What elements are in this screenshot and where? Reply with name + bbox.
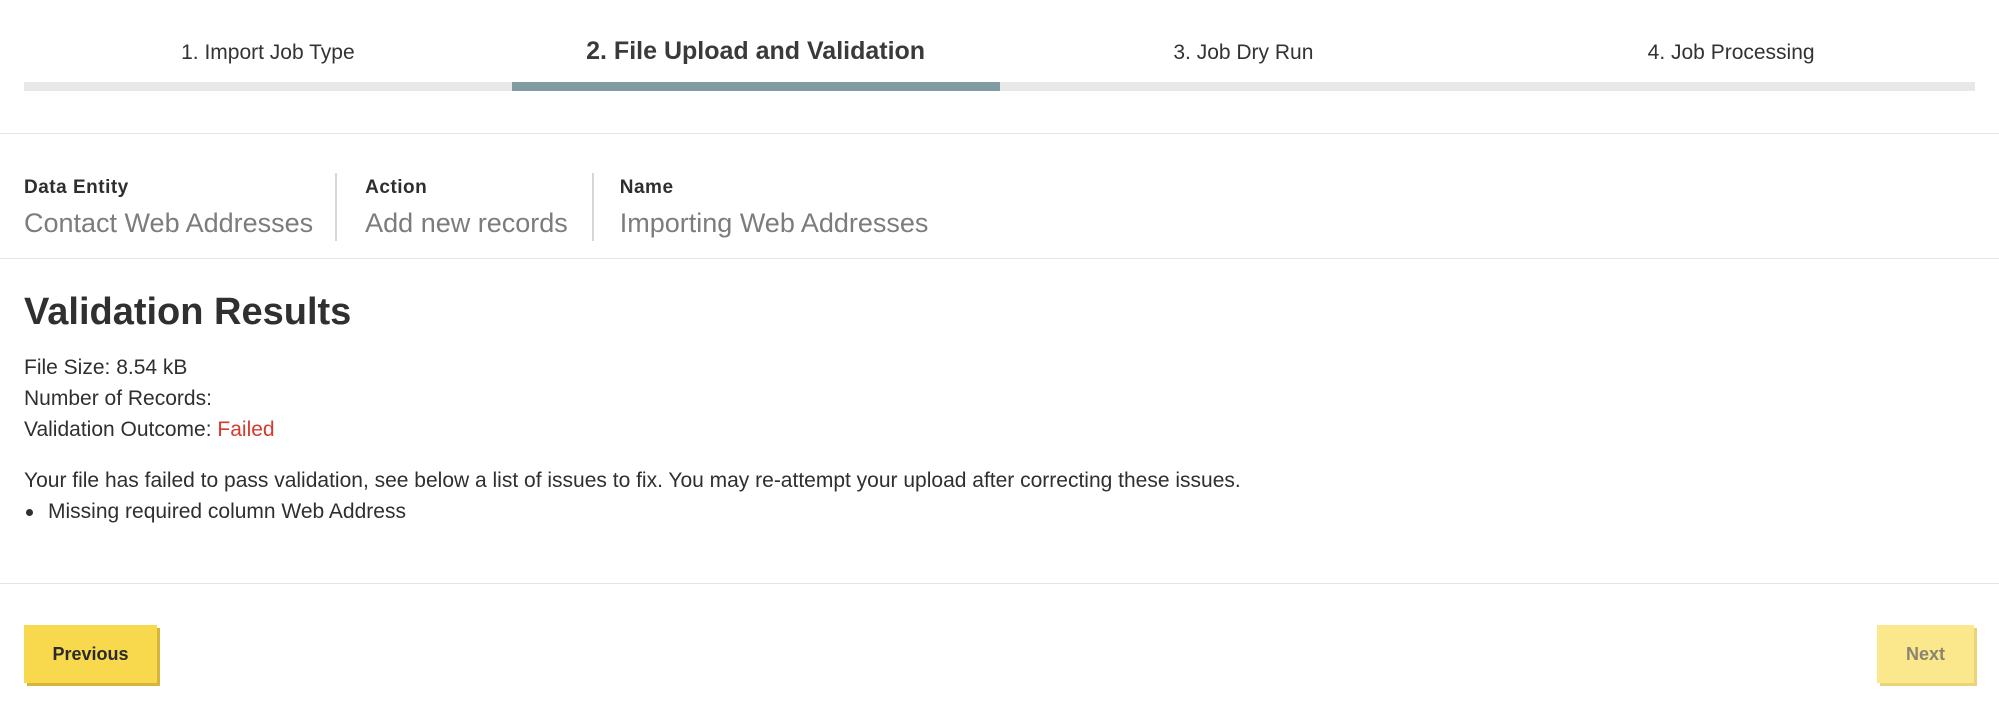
records-row: Number of Records: — [24, 383, 275, 414]
name-label: Name — [619, 177, 674, 198]
file-size-value: 8.54 kB — [116, 356, 188, 379]
action-summary: Action Add new records — [335, 173, 592, 241]
step-import-job-type[interactable]: 1. Import Job Type — [24, 0, 512, 92]
step-job-processing[interactable]: 4. Job Processing — [1487, 0, 1975, 92]
step-label: 3. Job Dry Run — [1173, 41, 1314, 64]
import-wizard-page: 1. Import Job Type 2. File Upload and Va… — [0, 0, 1999, 707]
issue-item: Missing required column Web Address — [26, 496, 406, 527]
file-size-label: File Size: — [24, 356, 111, 379]
divider — [0, 258, 1999, 259]
action-value: Add new records — [365, 208, 568, 238]
validation-info: File Size: 8.54 kB Number of Records: Va… — [24, 352, 275, 445]
previous-button[interactable]: Previous — [24, 625, 157, 683]
outcome-label: Validation Outcome: — [24, 418, 212, 441]
step-label: 1. Import Job Type — [181, 41, 355, 64]
outcome-status-failed: Failed — [217, 418, 275, 441]
records-label: Number of Records: — [24, 387, 212, 410]
validation-message: Your file has failed to pass validation,… — [24, 469, 1241, 492]
file-size-row: File Size: 8.54 kB — [24, 352, 275, 383]
name-summary: Name Importing Web Addresses — [591, 173, 929, 241]
step-file-upload-validation[interactable]: 2. File Upload and Validation — [511, 0, 1000, 92]
data-entity-summary: Data Entity Contact Web Addresses — [24, 173, 335, 241]
outcome-row: Validation Outcome: Failed — [24, 414, 275, 445]
divider — [0, 583, 1999, 584]
step-progress-bar — [511, 82, 1000, 91]
step-progress-bar — [1487, 82, 1975, 91]
divider — [0, 133, 1999, 134]
data-entity-value: Contact Web Addresses — [24, 208, 314, 238]
name-value: Importing Web Addresses — [619, 208, 929, 238]
validation-results-title: Validation Results — [24, 291, 352, 333]
next-button[interactable]: Next — [1877, 625, 1974, 683]
step-label: 4. Job Processing — [1647, 41, 1815, 64]
step-job-dry-run[interactable]: 3. Job Dry Run — [999, 0, 1488, 92]
issues-list: Missing required column Web Address — [26, 496, 406, 527]
step-progress-bar — [999, 82, 1488, 91]
action-label: Action — [365, 177, 428, 198]
step-progress-bar — [24, 82, 512, 91]
step-label: 2. File Upload and Validation — [586, 37, 926, 65]
data-entity-label: Data Entity — [24, 177, 129, 198]
job-summary: Data Entity Contact Web Addresses Action… — [24, 173, 928, 241]
wizard-stepper: 1. Import Job Type 2. File Upload and Va… — [24, 0, 1975, 92]
